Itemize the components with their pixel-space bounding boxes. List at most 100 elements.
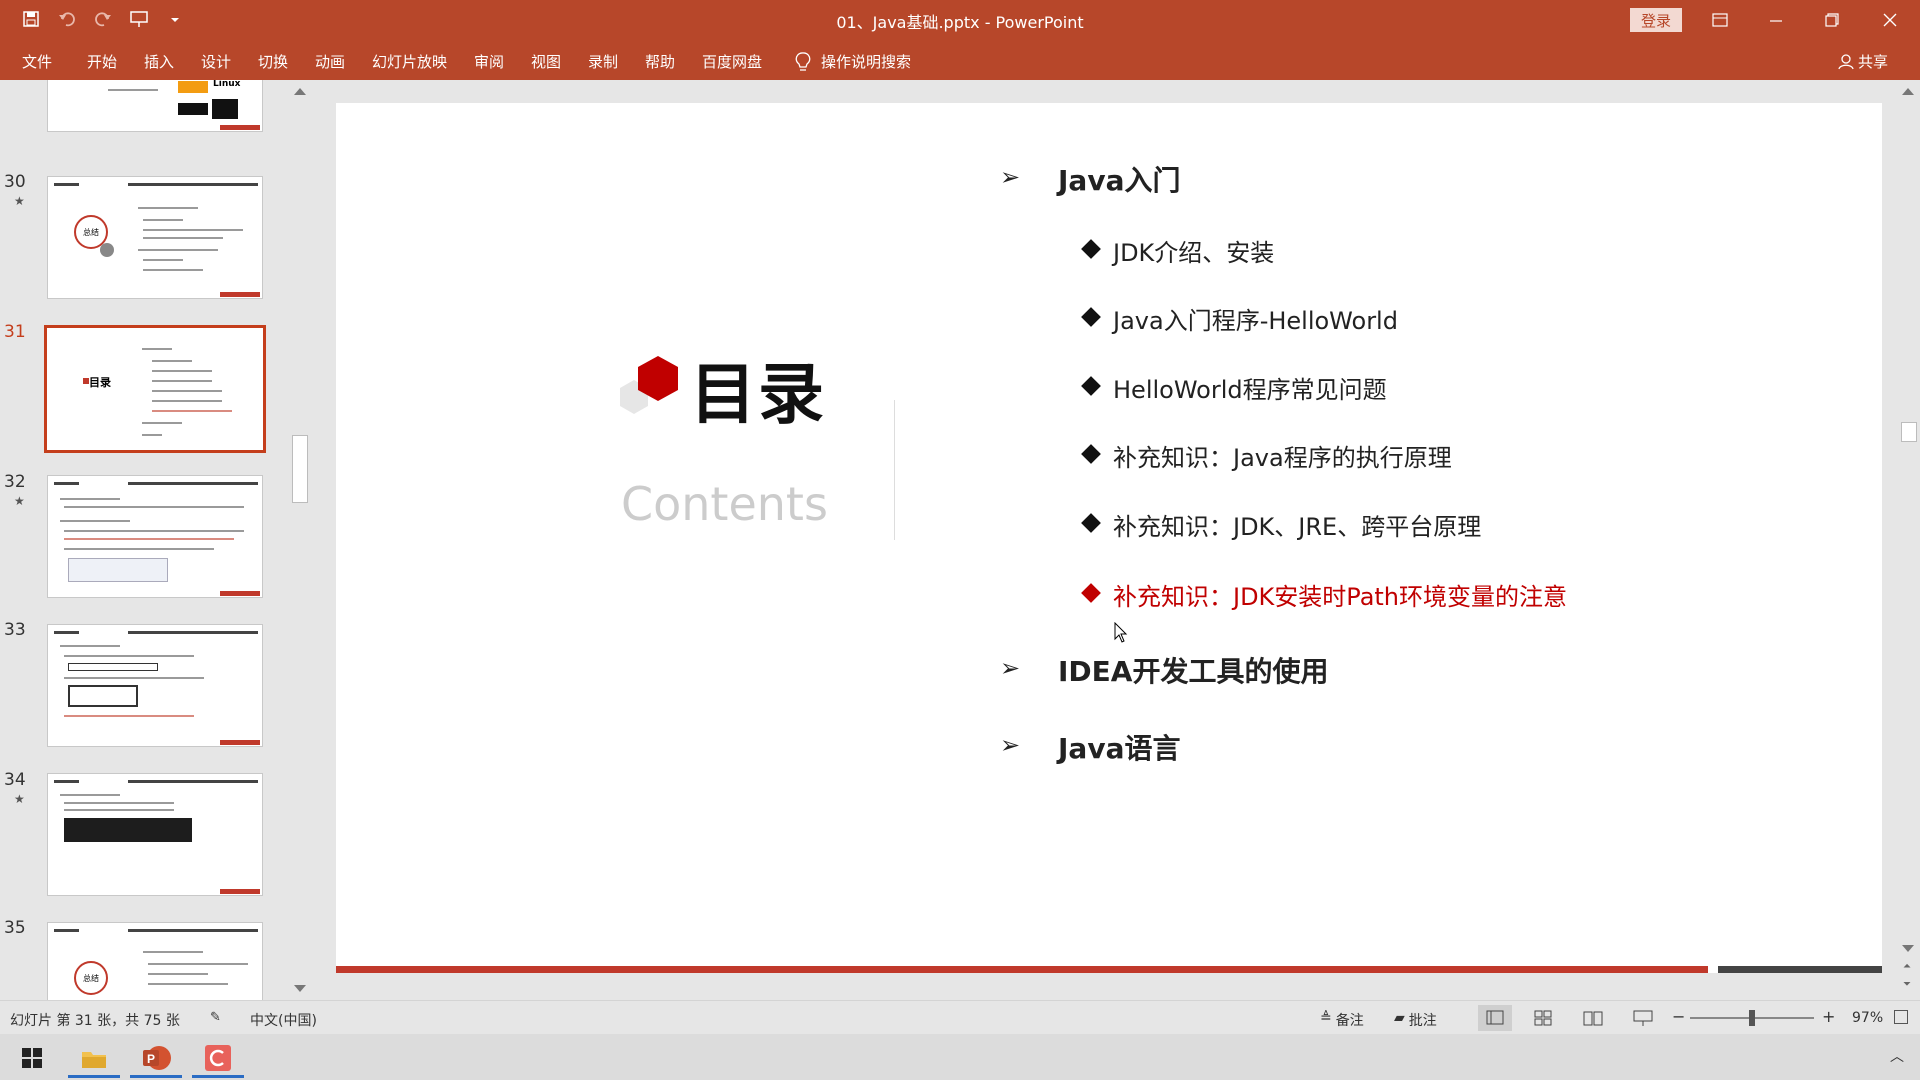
divider [894, 400, 895, 540]
slide-footer-accent [1718, 966, 1882, 973]
tab-file[interactable]: 文件 [22, 51, 52, 72]
section-java-language: Java语言 [1058, 732, 1181, 765]
ribbon-display-icon[interactable] [1700, 6, 1740, 34]
zoom-out-icon[interactable]: − [1672, 1007, 1685, 1026]
tell-me-search[interactable]: 操作说明搜索 [795, 51, 911, 72]
notes-label: 备注 [1335, 1013, 1364, 1029]
animation-star-icon: ★ [14, 194, 25, 208]
close-icon[interactable] [1870, 6, 1910, 34]
slide-thumbnail-31[interactable]: 目录 [44, 325, 266, 453]
scroll-up-icon[interactable] [294, 88, 306, 95]
animation-star-icon: ★ [14, 792, 25, 806]
tab-record[interactable]: 录制 [588, 51, 618, 72]
next-slide-icon[interactable]: ⏷ [1903, 979, 1911, 990]
recorder-app-icon[interactable] [192, 1038, 244, 1078]
diamond-bullet-icon [1081, 376, 1101, 396]
slide-scrollbar[interactable]: ⏶ ⏷ [1898, 80, 1920, 1000]
svg-text:P: P [147, 1052, 155, 1066]
scrollbar-thumb[interactable] [1901, 422, 1917, 442]
comments-button[interactable]: ▰ 批注 [1394, 1010, 1437, 1030]
thumbnail-number: 35 [4, 918, 26, 938]
show-hidden-icons-icon[interactable]: ︿ [1890, 1046, 1904, 1066]
tab-slideshow[interactable]: 幻灯片放映 [372, 51, 447, 72]
thumb-summary-badge: 总结 [74, 961, 108, 995]
previous-slide-icon[interactable]: ⏶ [1903, 961, 1911, 972]
current-slide[interactable]: 目录 Contents ➢ Java入门 JDK介绍、安装 Java入门程序-H… [336, 103, 1882, 973]
slide-thumbnail-34[interactable] [47, 773, 263, 896]
scroll-down-icon[interactable] [1902, 945, 1914, 952]
notes-button[interactable]: ≜ 备注 [1320, 1010, 1364, 1030]
windows-start-icon[interactable] [6, 1038, 58, 1078]
thumbnail-scrollbar[interactable] [290, 80, 310, 1000]
thumbnail-number: 32 [4, 472, 26, 492]
diamond-bullet-icon [1081, 307, 1101, 327]
animation-star-icon: ★ [14, 494, 25, 508]
hexagon-logo-icon [620, 356, 678, 414]
slide-thumbnail-35[interactable]: 总结 [47, 922, 263, 1000]
person-icon [1838, 53, 1854, 69]
tab-animations[interactable]: 动画 [315, 51, 345, 72]
arrow-bullet-icon: ➢ [1000, 731, 1021, 759]
slide-thumbnail-33[interactable] [47, 624, 263, 747]
slide-thumbnail-32[interactable] [47, 475, 263, 598]
toc-item-highlighted: 补充知识：JDK安装时Path环境变量的注意 [1113, 583, 1568, 611]
section-idea: IDEA开发工具的使用 [1058, 655, 1329, 688]
toc-item: JDK介绍、安装 [1113, 239, 1275, 267]
slideshow-icon[interactable] [1628, 1005, 1658, 1031]
tab-view[interactable]: 视图 [531, 51, 561, 72]
title-bar: 01、Java基础.pptx - PowerPoint 登录 [0, 0, 1920, 40]
tab-insert[interactable]: 插入 [144, 51, 174, 72]
toc-item: HelloWorld程序常见问题 [1113, 376, 1387, 404]
scroll-down-icon[interactable] [294, 985, 306, 992]
tab-design[interactable]: 设计 [201, 51, 231, 72]
slide-thumbnail-30[interactable]: 总结 [47, 176, 263, 299]
slide-sorter-icon[interactable] [1528, 1005, 1558, 1031]
toc-title: 目录 [690, 356, 826, 433]
tab-review[interactable]: 审阅 [474, 51, 504, 72]
slide-count: 幻灯片 第 31 张，共 75 张 [10, 1013, 180, 1029]
slide-thumbnail-29[interactable]: Linux [47, 80, 263, 132]
thumbnail-number: 30 [4, 172, 26, 192]
powerpoint-icon[interactable]: P [130, 1038, 182, 1078]
ribbon-tabs: 文件 开始 插入 设计 切换 动画 幻灯片放映 审阅 视图 录制 帮助 百度网盘… [0, 40, 1920, 80]
zoom-in-icon[interactable]: + [1822, 1007, 1835, 1026]
scrollbar-thumb[interactable] [292, 435, 308, 503]
share-button[interactable]: 共享 [1838, 51, 1888, 72]
zoom-slider-knob[interactable] [1749, 1010, 1755, 1026]
restore-icon[interactable] [1812, 6, 1852, 34]
tell-me-label: 操作说明搜索 [821, 53, 912, 71]
language-indicator[interactable]: 中文(中国) [250, 1010, 317, 1030]
notes-icon: ≜ [1320, 1010, 1332, 1026]
diamond-bullet-icon [1081, 239, 1101, 259]
tab-home[interactable]: 开始 [87, 51, 117, 72]
reading-view-icon[interactable] [1578, 1005, 1608, 1031]
toc-item: 补充知识：Java程序的执行原理 [1113, 444, 1452, 472]
toc-item: 补充知识：JDK、JRE、跨平台原理 [1113, 513, 1482, 541]
comments-label: 批注 [1408, 1013, 1437, 1029]
diamond-bullet-icon [1081, 444, 1101, 464]
status-bar: 幻灯片 第 31 张，共 75 张 ✎ 中文(中国) ≜ 备注 ▰ 批注 − +… [0, 1000, 1920, 1034]
zoom-level[interactable]: 97% [1852, 1010, 1883, 1026]
tab-help[interactable]: 帮助 [645, 51, 675, 72]
diamond-bullet-icon [1081, 583, 1101, 603]
file-explorer-icon[interactable] [68, 1038, 120, 1078]
comment-icon: ▰ [1394, 1010, 1405, 1026]
lightbulb-icon [795, 51, 811, 71]
minimize-icon[interactable] [1756, 6, 1796, 34]
toc-subtitle: Contents [621, 477, 828, 531]
thumbnail-number: 34 [4, 770, 26, 790]
spellcheck-icon[interactable]: ✎ [210, 1010, 221, 1025]
slide-thumbnail-pane: Linux 30 ★ 总结 31 目录 32 ★ 33 34 ★ 35 总结 [0, 80, 314, 1000]
login-button[interactable]: 登录 [1630, 8, 1682, 32]
tab-transitions[interactable]: 切换 [258, 51, 288, 72]
section-java-intro: Java入门 [1058, 164, 1181, 197]
fit-to-window-icon[interactable] [1894, 1010, 1908, 1024]
windows-taskbar: P ︿ [0, 1034, 1920, 1080]
scroll-up-icon[interactable] [1902, 88, 1914, 95]
share-label: 共享 [1858, 53, 1889, 71]
arrow-bullet-icon: ➢ [1000, 654, 1021, 682]
thumb-toc-title: 目录 [89, 376, 111, 389]
normal-view-button[interactable] [1478, 1005, 1512, 1031]
tab-baidu-netdisk[interactable]: 百度网盘 [702, 51, 762, 72]
diamond-bullet-icon [1081, 513, 1101, 533]
